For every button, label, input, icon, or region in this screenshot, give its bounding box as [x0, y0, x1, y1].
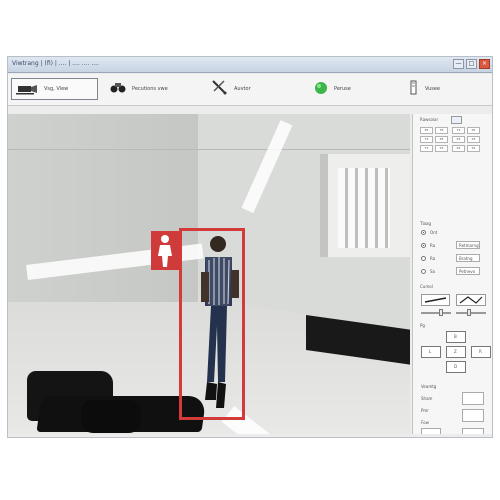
slider-knob[interactable]: [467, 309, 471, 316]
camera-cell[interactable]: P5: [435, 136, 448, 143]
binoculars-icon: [110, 80, 126, 99]
ptz-down-button[interactable]: D: [446, 361, 466, 373]
auvtor-button[interactable]: Auvtor: [206, 78, 276, 100]
camera-cell[interactable]: T3: [420, 145, 433, 152]
vusee-button[interactable]: Vusee: [405, 78, 471, 100]
area-tool-button[interactable]: [456, 294, 486, 306]
camera-cell[interactable]: P2: [467, 145, 480, 152]
row-radio[interactable]: [421, 269, 426, 274]
detection-box: [179, 228, 245, 420]
row-radio[interactable]: [421, 243, 426, 248]
tool-slider[interactable]: [456, 309, 486, 316]
line-tool-button[interactable]: [421, 294, 450, 306]
window-controls: — □ ×: [453, 59, 490, 69]
preview-box[interactable]: [462, 409, 484, 422]
ptz-section-title: Pg: [420, 323, 425, 328]
application-window: Viwtrang | (fi) | .... | .... .... .... …: [7, 56, 493, 438]
tools-icon: [210, 79, 228, 99]
parameter-value: Bratng: [459, 256, 473, 261]
minimize-button[interactable]: —: [453, 59, 464, 69]
parameter-value: Petnevo: [459, 269, 476, 274]
parameter-input[interactable]: Bratng: [456, 254, 480, 262]
ptz-zoom-button[interactable]: Z: [446, 346, 466, 358]
parameter-input[interactable]: Retmarng: [456, 241, 480, 249]
parameter-value: Retmarng: [459, 243, 479, 248]
camera-cell[interactable]: P3: [467, 136, 480, 143]
row-label: Ra: [430, 256, 436, 261]
lower-label: Fow: [421, 420, 429, 425]
ptz-zoom-label: Z: [454, 349, 457, 354]
camera-cell[interactable]: P2: [452, 145, 465, 152]
paper-icon: [409, 80, 419, 99]
main-toolbar: Vsg, View Pecutions vwe Auvtor Peruse Vu…: [8, 74, 492, 106]
window-title: Viwtrang | (fi) | .... | .... .... ....: [12, 60, 99, 67]
lower-label: Veamtg: [421, 384, 437, 389]
bottom-preview-box[interactable]: [462, 428, 484, 434]
auvtor-label: Auvtor: [234, 86, 251, 92]
panel-menu-button[interactable]: [451, 116, 462, 124]
ptz-up-label: B: [454, 334, 457, 339]
tracking-section-title: Tlaag: [420, 221, 431, 226]
lower-label: Sham: [421, 396, 433, 401]
camera-cell[interactable]: T8: [435, 127, 448, 134]
camera-cell[interactable]: P5: [467, 127, 480, 134]
ceiling-line: [8, 149, 410, 150]
tool-slider[interactable]: [421, 309, 451, 316]
pecutions-view-button[interactable]: Pecutions vwe: [106, 78, 196, 100]
tracking-mode-label: Ont: [430, 230, 438, 235]
camera-grid-left: P5 T8 T3 P5 T3 P3: [420, 127, 448, 152]
panel-header: Rawsoiar: [420, 117, 439, 122]
row-label: Sa: [430, 269, 435, 274]
preview-box[interactable]: [462, 392, 484, 405]
parameter-input[interactable]: Petnevo: [456, 267, 480, 275]
camera-cell[interactable]: P5: [420, 127, 433, 134]
tracking-radio[interactable]: [421, 230, 426, 235]
ptz-up-button[interactable]: B: [446, 331, 466, 343]
camera-icon: [16, 80, 38, 99]
black-chair-arm: [81, 400, 141, 433]
ptz-left-button[interactable]: L: [421, 346, 441, 358]
right-control-panel: Rawsoiar P5 T8 T3 P5 T3 P3 T3 P5 P3 P3 P…: [412, 114, 492, 434]
vusee-label: Vusee: [425, 86, 441, 92]
slider-knob[interactable]: [439, 309, 443, 316]
ptz-left-label: L: [429, 349, 432, 354]
camera-cell[interactable]: P3: [435, 145, 448, 152]
maximize-button[interactable]: □: [466, 59, 477, 69]
green-circle-icon: [314, 80, 328, 99]
camera-cell[interactable]: P3: [452, 136, 465, 143]
row-label: Ra: [430, 243, 436, 248]
peruse-label: Peruse: [334, 86, 351, 92]
ptz-down-label: D: [454, 364, 458, 369]
close-button[interactable]: ×: [479, 59, 490, 69]
tool-section-title: Cumol: [420, 284, 433, 289]
row-radio[interactable]: [421, 256, 426, 261]
bottom-preview-box[interactable]: [421, 428, 441, 434]
peruse-button[interactable]: Peruse: [310, 78, 374, 100]
camera-grid-right: T3 P5 P3 P3 P2 P2: [452, 127, 480, 152]
camera-video-view: [8, 114, 410, 434]
lower-label: Pmr: [421, 408, 429, 413]
camera-cell[interactable]: T3: [452, 127, 465, 134]
video-view-label: Vsg, View: [44, 86, 69, 92]
video-view-button[interactable]: Vsg, View: [11, 78, 98, 100]
camera-cell[interactable]: T3: [420, 136, 433, 143]
ptz-right-label: R: [479, 349, 482, 354]
window-bars: [338, 168, 390, 248]
person-alert-tag: [151, 231, 179, 270]
pecutions-view-label: Pecutions vwe: [132, 86, 168, 92]
ptz-right-button[interactable]: R: [471, 346, 491, 358]
title-bar: Viwtrang | (fi) | .... | .... .... .... …: [8, 57, 492, 73]
